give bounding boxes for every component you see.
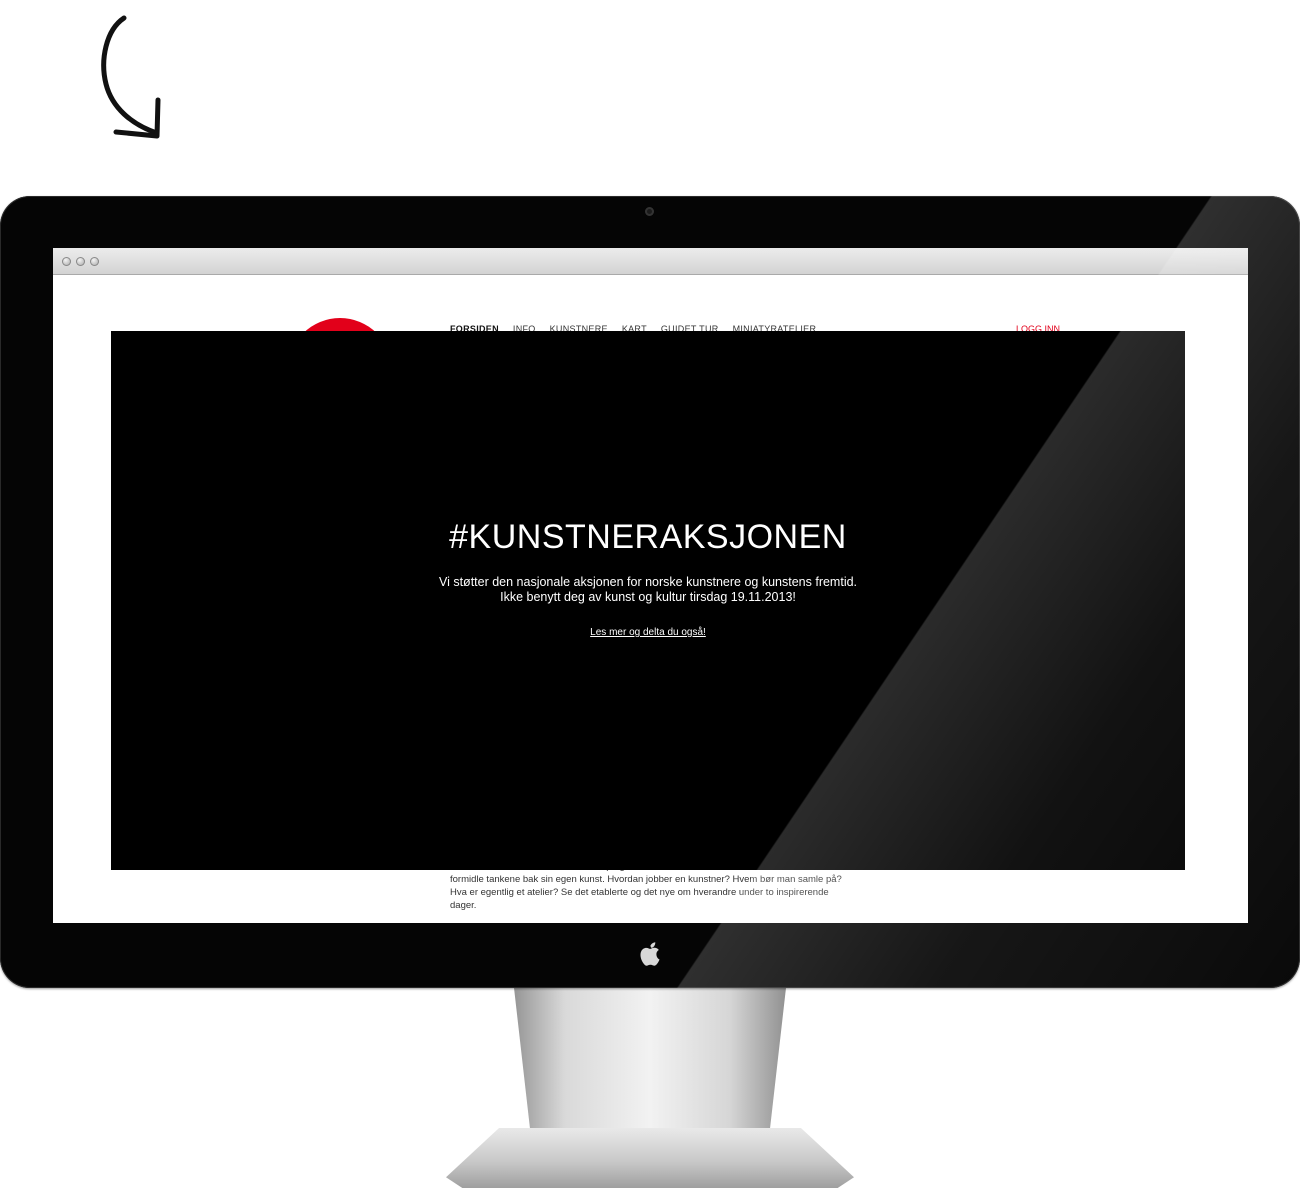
overlay-link-wrap: Les mer og delta du også! [111,627,1185,638]
close-window-button[interactable] [62,257,71,266]
overlay-message-line: Vi støtter den nasjonale aksjonen for no… [438,575,858,589]
read-more-link[interactable]: Les mer og delta du også! [590,627,706,638]
paragraph-line: formidle tankene bak sin egen kunst. Hvo… [450,874,842,885]
hand-drawn-arrow-icon [101,15,161,139]
zoom-window-button[interactable] [90,257,99,266]
overlay-message: Vi støtter den nasjonale aksjonen for no… [111,575,1185,605]
monitor-stand-base [446,1128,854,1188]
camera-icon [645,207,654,216]
monitor-screen: FORSIDEN INFO KUNSTNERE KART GUIDET TUR … [53,248,1248,923]
minimize-window-button[interactable] [76,257,85,266]
paragraph-line: dager. [450,900,477,911]
browser-title-bar [53,248,1248,275]
overlay-title: #KUNSTNERAKSJONEN [449,518,847,556]
paragraph-line: Hva er egentlig et atelier? Se det etabl… [450,887,829,898]
apple-logo-icon [640,942,660,966]
overlay-message-line: Ikke benytt deg av kunst og kultur tirsd… [500,590,796,604]
monitor-mockup: FORSIDEN INFO KUNSTNERE KART GUIDET TUR … [0,0,1300,1192]
monitor-stand-neck [513,985,787,1135]
campaign-overlay[interactable]: #KUNSTNERAKSJONEN Vi støtter den nasjona… [111,331,1185,870]
